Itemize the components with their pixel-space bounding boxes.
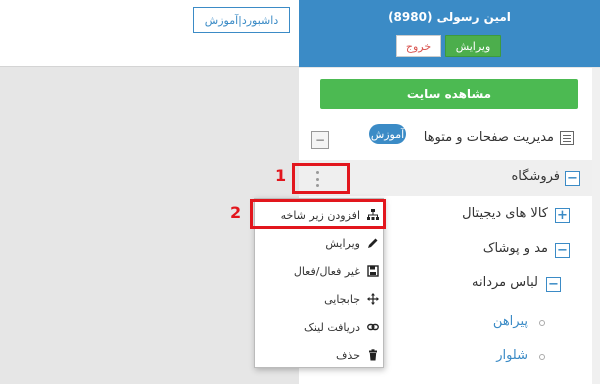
collapse-shop-button[interactable]: − xyxy=(565,171,580,186)
menu-item-edit[interactable]: ویرایش xyxy=(255,229,385,257)
menu-item-move[interactable]: جابجایی xyxy=(255,285,385,313)
highlight-box-step-1 xyxy=(292,163,350,194)
pencil-icon xyxy=(367,237,379,249)
menu-item-label: دریافت لینک xyxy=(303,320,360,334)
link-icon xyxy=(367,321,379,333)
tree-item-fashion[interactable]: مد و پوشاک xyxy=(440,241,548,256)
tree-item-men-clothing[interactable]: لباس مردانه xyxy=(440,275,538,290)
tree-item-pants[interactable]: شلوار xyxy=(450,348,528,363)
collapse-men-clothing-button[interactable]: − xyxy=(546,277,561,292)
tree-item-shirt[interactable]: پیراهن xyxy=(450,314,528,329)
collapse-all-button[interactable]: − xyxy=(311,131,329,149)
step-number-1: 1 xyxy=(275,166,287,185)
menu-item-get-link[interactable]: دریافت لینک xyxy=(255,313,385,341)
menu-item-toggle-active[interactable]: غیر فعال/فعال xyxy=(255,257,385,285)
menu-item-label: ویرایش xyxy=(325,236,360,250)
step-number-2: 2 xyxy=(230,203,242,222)
collapse-fashion-button[interactable]: − xyxy=(555,243,570,258)
sidebar-scrollbar[interactable] xyxy=(592,68,600,384)
tree-item-digital[interactable]: کالا های دیجیتال xyxy=(430,206,548,221)
save-icon xyxy=(367,265,379,277)
menu-item-label: جابجایی xyxy=(324,292,360,306)
tree-item-shop[interactable]: فروشگاه xyxy=(480,169,560,184)
menu-item-delete[interactable]: حذف xyxy=(255,341,385,369)
bullet-icon xyxy=(539,320,545,326)
edit-profile-button[interactable]: ویرایش xyxy=(445,35,501,57)
menu-item-label: حذف xyxy=(336,348,360,362)
list-icon xyxy=(560,131,574,145)
logout-button[interactable]: خروج xyxy=(396,35,441,57)
dashboard-learn-link[interactable]: داشبورد|آموزش xyxy=(193,7,290,33)
pages-management-label[interactable]: مدیریت صفحات و متوها xyxy=(420,130,554,145)
user-name: امین رسولی (8980) xyxy=(388,10,511,24)
learn-badge[interactable]: آموزش xyxy=(369,124,406,144)
highlight-box-step-2 xyxy=(250,199,386,229)
trash-icon xyxy=(367,349,379,361)
menu-item-label: غیر فعال/فعال xyxy=(293,264,360,278)
expand-digital-button[interactable]: + xyxy=(555,208,570,223)
bullet-icon xyxy=(539,354,545,360)
view-site-button[interactable]: مشاهده سایت xyxy=(320,79,578,109)
move-icon xyxy=(367,293,379,305)
